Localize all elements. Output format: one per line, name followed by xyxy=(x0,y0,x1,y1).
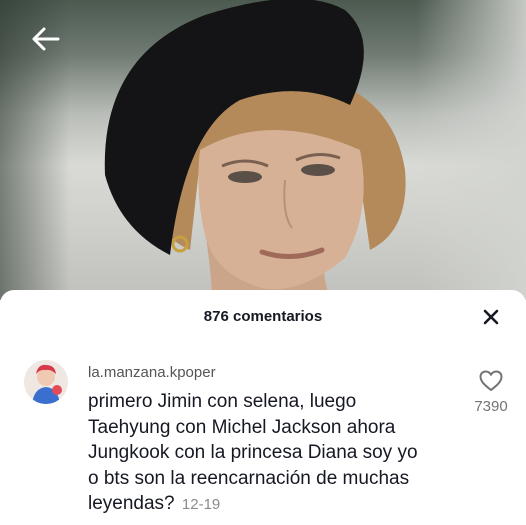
comment-body: primero Jimin con selena, luego Taehyung… xyxy=(88,391,418,514)
close-button[interactable] xyxy=(478,304,504,330)
back-arrow-icon xyxy=(32,27,60,51)
like-count: 7390 xyxy=(474,398,508,415)
comments-header: 876 comentarios xyxy=(0,290,526,346)
close-icon xyxy=(483,309,499,325)
avatar[interactable] xyxy=(24,360,68,404)
comment-date: 12-19 xyxy=(181,496,221,513)
comment-username[interactable]: la.manzana.kpoper xyxy=(88,364,216,381)
video-preview[interactable] xyxy=(0,0,526,300)
heart-outline-icon xyxy=(479,370,503,392)
back-button[interactable] xyxy=(28,22,62,56)
comments-sheet: 876 comentarios la.manzana.kpoper primer… xyxy=(0,290,526,525)
comment-count-title: 876 comentarios xyxy=(203,308,323,325)
video-frame-portrait xyxy=(104,0,406,300)
comment-text: primero Jimin con selena, luego Taehyung… xyxy=(88,389,433,518)
like-button[interactable]: 7390 xyxy=(466,370,516,415)
